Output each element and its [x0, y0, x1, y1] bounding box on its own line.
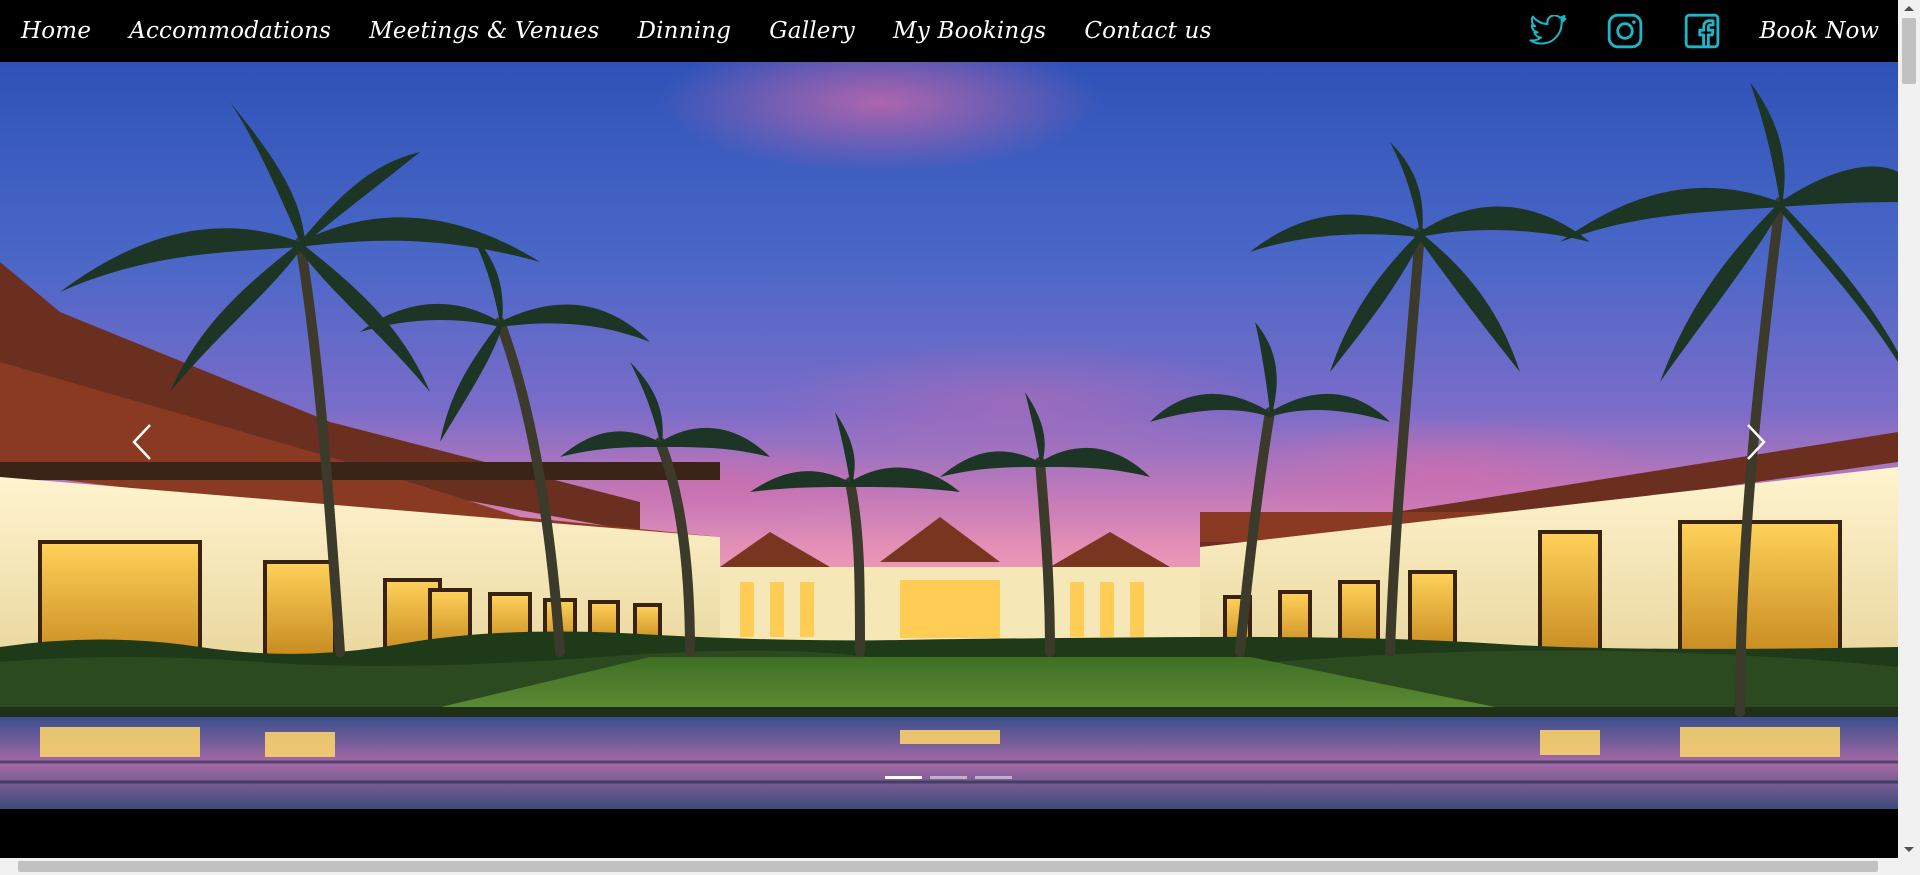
nav-links: Home Accommodations Meetings & Venues Di…	[21, 18, 1250, 44]
scroll-down-icon[interactable]	[1904, 847, 1914, 852]
nav-gallery-link[interactable]: Gallery	[769, 18, 855, 44]
carousel-next-chevron-icon[interactable]	[1736, 412, 1776, 472]
hero-carousel	[0, 62, 1898, 809]
carousel-indicator-1[interactable]	[885, 776, 922, 779]
nav-contact-us-link[interactable]: Contact us	[1084, 18, 1211, 44]
top-navbar: Home Accommodations Meetings & Venues Di…	[0, 0, 1898, 62]
facebook-icon[interactable]	[1682, 11, 1722, 51]
scroll-up-icon[interactable]	[1904, 6, 1914, 11]
vertical-scrollbar[interactable]	[1898, 0, 1920, 858]
page-viewport: Home Accommodations Meetings & Venues Di…	[0, 0, 1898, 858]
page-bottom-band	[0, 809, 1898, 858]
vertical-scroll-thumb[interactable]	[1902, 18, 1916, 84]
horizontal-scroll-thumb[interactable]	[18, 861, 1878, 872]
nav-right: Book Now	[1528, 0, 1898, 62]
carousel-prev-chevron-icon[interactable]	[122, 412, 162, 472]
nav-accommodations-link[interactable]: Accommodations	[129, 18, 331, 44]
resort-courtyard-palms-dusk-image	[0, 62, 1898, 809]
nav-meetings-venues-link[interactable]: Meetings & Venues	[369, 18, 599, 44]
carousel-indicator-2[interactable]	[930, 776, 967, 779]
carousel-indicator-3[interactable]	[975, 776, 1012, 779]
nav-dinning-link[interactable]: Dinning	[637, 18, 731, 44]
book-now-button[interactable]: Book Now	[1759, 18, 1879, 44]
nav-home-link[interactable]: Home	[21, 18, 91, 44]
twitter-icon[interactable]	[1528, 11, 1568, 51]
carousel-indicators	[885, 776, 1012, 779]
instagram-icon[interactable]	[1605, 11, 1645, 51]
horizontal-scrollbar[interactable]	[0, 858, 1920, 875]
nav-my-bookings-link[interactable]: My Bookings	[893, 18, 1046, 44]
